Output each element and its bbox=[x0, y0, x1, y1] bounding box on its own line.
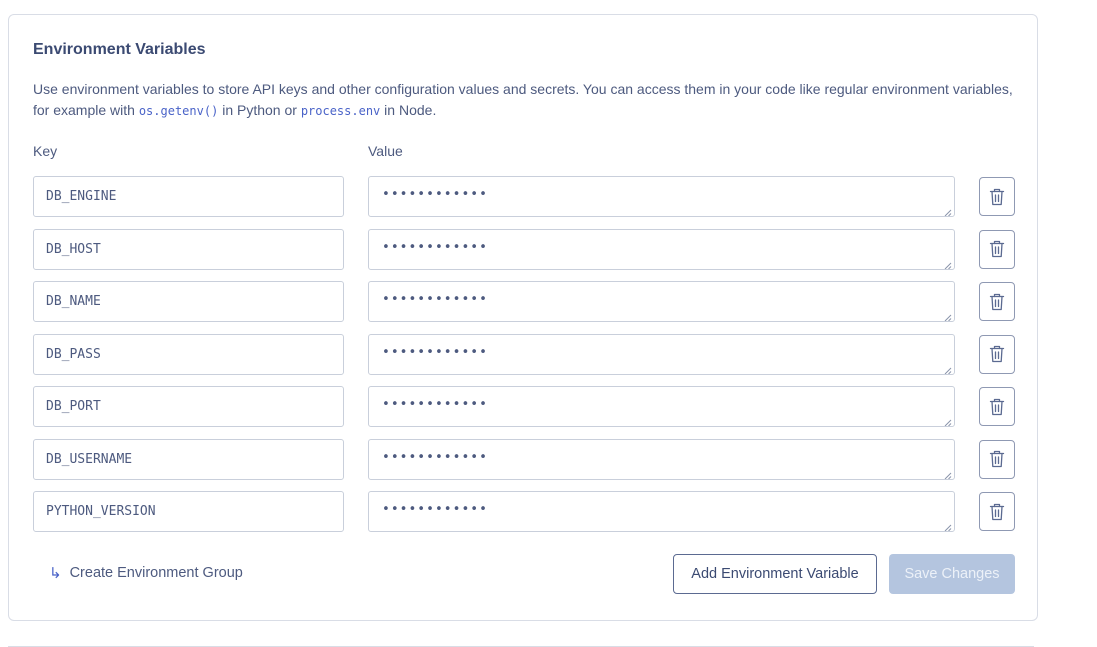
masked-value: •••••••••••• bbox=[382, 292, 488, 307]
delete-variable-button[interactable] bbox=[979, 282, 1015, 321]
env-var-row: •••••••••••• bbox=[33, 386, 1015, 427]
environment-variables-panel: Environment Variables Use environment va… bbox=[8, 14, 1038, 621]
code-python: os.getenv() bbox=[138, 104, 219, 118]
delete-variable-button[interactable] bbox=[979, 439, 1015, 479]
masked-value: •••••••••••• bbox=[382, 449, 488, 465]
trash-icon bbox=[989, 239, 1005, 259]
resize-grip-icon[interactable] bbox=[944, 469, 952, 479]
env-var-row: •••••••••••• bbox=[33, 228, 1015, 270]
return-arrow-icon: ↳ bbox=[49, 565, 62, 582]
trash-icon bbox=[989, 344, 1005, 364]
save-changes-button[interactable]: Save Changes bbox=[889, 554, 1015, 594]
resize-grip-icon[interactable] bbox=[944, 521, 952, 531]
env-var-value-input[interactable]: •••••••••••• bbox=[368, 438, 955, 480]
env-var-key-input[interactable] bbox=[33, 491, 344, 532]
masked-value: •••••••••••• bbox=[382, 502, 488, 517]
masked-value: •••••••••••• bbox=[382, 187, 488, 202]
description-text: in Node. bbox=[380, 102, 437, 118]
add-environment-variable-button[interactable]: Add Environment Variable bbox=[673, 554, 877, 594]
section-title: Environment Variables bbox=[33, 41, 206, 58]
env-var-key-input[interactable] bbox=[33, 228, 344, 270]
env-var-key-input[interactable] bbox=[33, 176, 344, 217]
resize-grip-icon[interactable] bbox=[944, 311, 952, 321]
env-var-value-input[interactable]: •••••••••••• bbox=[368, 281, 955, 322]
env-var-value-input[interactable]: •••••••••••• bbox=[368, 491, 955, 532]
env-var-row: •••••••••••• bbox=[33, 333, 1015, 375]
section-description: Use environment variables to store API k… bbox=[33, 79, 1023, 122]
env-var-value-input[interactable]: •••••••••••• bbox=[368, 176, 955, 217]
env-var-key-input[interactable] bbox=[33, 386, 344, 427]
env-var-value-input[interactable]: •••••••••••• bbox=[368, 386, 955, 427]
trash-icon bbox=[989, 187, 1005, 207]
env-var-row: •••••••••••• bbox=[33, 176, 1015, 217]
delete-variable-button[interactable] bbox=[979, 177, 1015, 216]
variables-list: •••••••••••• •••••••••••• •••••••••••• ••••… bbox=[33, 176, 1015, 544]
env-var-value-input[interactable]: •••••••••••• bbox=[368, 228, 955, 270]
trash-icon bbox=[989, 292, 1005, 312]
create-environment-group-link[interactable]: ↳ Create Environment Group bbox=[49, 564, 243, 582]
key-column-label: Key bbox=[33, 143, 58, 159]
env-var-value-input[interactable]: •••••••••••• bbox=[368, 333, 955, 375]
description-text: in Python or bbox=[218, 102, 301, 118]
create-environment-group-label: Create Environment Group bbox=[69, 565, 243, 581]
env-var-key-input[interactable] bbox=[33, 333, 344, 375]
masked-value: •••••••••••• bbox=[382, 344, 488, 360]
env-var-row: •••••••••••• bbox=[33, 438, 1015, 480]
code-node: process.env bbox=[300, 104, 381, 118]
resize-grip-icon[interactable] bbox=[944, 416, 952, 426]
value-column-label: Value bbox=[368, 143, 403, 159]
resize-grip-icon[interactable] bbox=[944, 364, 952, 374]
masked-value: •••••••••••• bbox=[382, 239, 488, 255]
env-var-key-input[interactable] bbox=[33, 281, 344, 322]
delete-variable-button[interactable] bbox=[979, 334, 1015, 374]
form-footer: ↳ Create Environment Group Add Environme… bbox=[33, 554, 1015, 594]
trash-icon bbox=[989, 502, 1005, 522]
delete-variable-button[interactable] bbox=[979, 387, 1015, 426]
trash-icon bbox=[989, 449, 1005, 469]
resize-grip-icon[interactable] bbox=[944, 206, 952, 216]
env-var-row: •••••••••••• bbox=[33, 281, 1015, 322]
trash-icon bbox=[989, 397, 1005, 417]
masked-value: •••••••••••• bbox=[382, 397, 488, 412]
env-var-key-input[interactable] bbox=[33, 438, 344, 480]
delete-variable-button[interactable] bbox=[979, 229, 1015, 269]
delete-variable-button[interactable] bbox=[979, 492, 1015, 531]
env-var-row: •••••••••••• bbox=[33, 491, 1015, 532]
resize-grip-icon[interactable] bbox=[944, 259, 952, 269]
